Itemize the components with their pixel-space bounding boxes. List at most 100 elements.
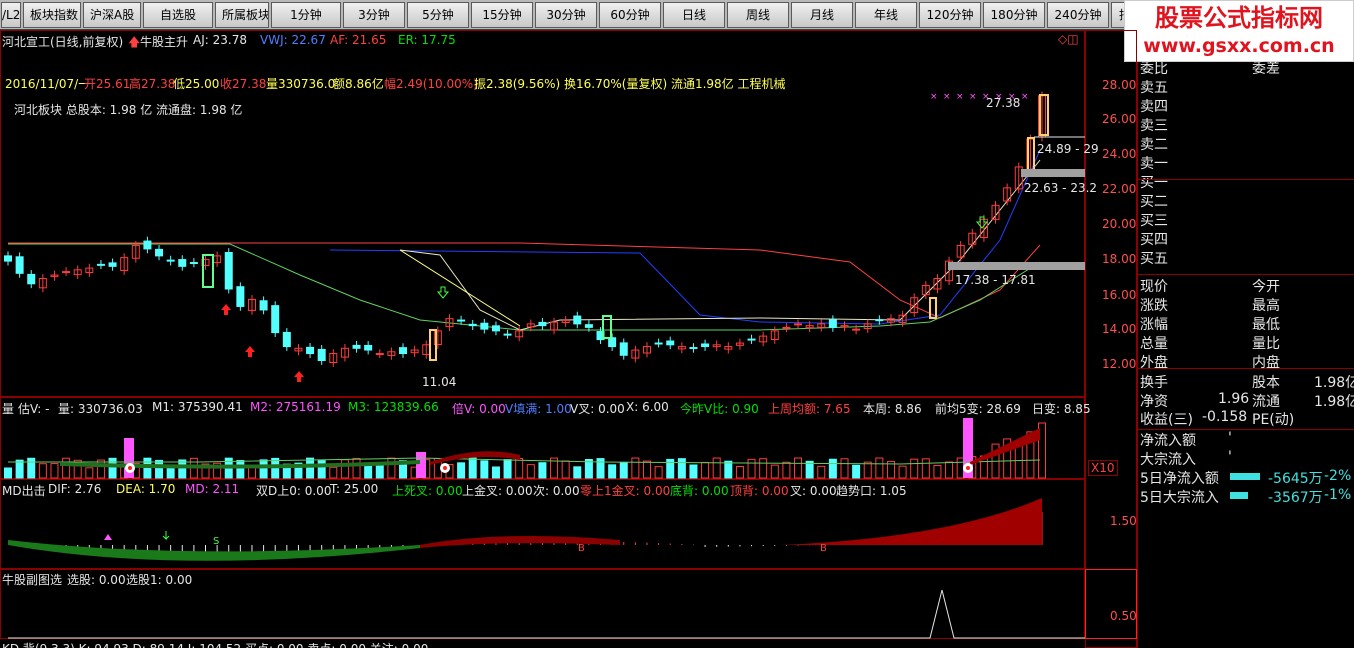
macd-ci: 次: 0.00 xyxy=(533,484,580,498)
volume-bar xyxy=(4,467,12,479)
y-tick-label: 24.00 xyxy=(1102,147,1137,161)
volume-bar xyxy=(491,466,500,479)
support-box xyxy=(1021,169,1085,177)
quote-row-label: 涨幅 xyxy=(1140,317,1168,333)
macd-trend: 趋势口: 1.05 xyxy=(836,484,907,498)
ma-white-line xyxy=(399,159,1041,331)
volume-bar xyxy=(735,465,744,479)
quote-netflow-tick: ' xyxy=(1228,430,1232,446)
quote-row-label-right: 今开 xyxy=(1252,279,1280,295)
quote-row-label-right: 最高 xyxy=(1252,298,1280,314)
candle-body-down xyxy=(27,273,36,285)
sub3-s1: 选股: 0.00 xyxy=(67,573,126,587)
label-box1: 24.89 - 29 xyxy=(1037,142,1099,156)
macd-area-red xyxy=(420,536,620,548)
volume-bar xyxy=(701,461,710,479)
volume-bar xyxy=(480,460,489,479)
volume-bar xyxy=(340,459,349,479)
volume-bar xyxy=(468,457,477,479)
volume-bar xyxy=(259,459,268,479)
quote-netflow5-label: 5日净流入额 xyxy=(1140,471,1219,487)
vol-fill: V填满: 1.00 xyxy=(505,402,572,416)
macd-cross: 叉: 0.00 xyxy=(790,484,837,498)
volume-bar xyxy=(921,458,930,479)
quote-float-value: 1.98亿 xyxy=(1314,394,1354,410)
volume-bar xyxy=(875,457,884,479)
quote-netflow5-value: -5645万 xyxy=(1268,471,1323,487)
info-low: 低25.00 xyxy=(173,77,220,91)
macd-b-label: B xyxy=(820,543,827,554)
candle-body-up xyxy=(375,353,384,356)
window-control-icon[interactable]: ◇◫ xyxy=(1058,32,1079,46)
candle-body-down xyxy=(15,256,24,274)
macd-ytick: 1.50 xyxy=(1110,514,1137,528)
volume-bar xyxy=(782,461,791,479)
candle-body-down xyxy=(654,342,663,345)
special-candle xyxy=(429,329,437,361)
candle-body-down xyxy=(584,324,593,328)
support-box xyxy=(948,262,1085,270)
label-box2: 22.63 - 23.2 xyxy=(1024,181,1098,195)
quote-capital-value: 1.98亿 xyxy=(1314,375,1354,391)
quote-netflow-label: 净流入额 xyxy=(1140,433,1196,449)
macd-marker-icon xyxy=(104,534,112,540)
macd-name: MD出击 xyxy=(2,484,46,498)
candle-body-down xyxy=(573,315,582,325)
info-date: 2016/11/07/一 xyxy=(5,77,91,91)
quote-row-label: 委比 xyxy=(1140,61,1168,77)
quote-netflow5-pct: -2% xyxy=(1324,468,1352,484)
vol-volume: 量: 330736.03 xyxy=(58,402,143,416)
volume-bar xyxy=(15,459,24,479)
candle-body-down xyxy=(608,337,617,348)
quote-row-label: 现价 xyxy=(1140,279,1168,295)
macd-double: 双D上0: 0.00 xyxy=(256,484,332,498)
quote-row-label: 卖一 xyxy=(1140,156,1168,172)
candle-body-up xyxy=(852,328,861,331)
candle-body-down xyxy=(503,333,512,336)
y-tick-label: 20.00 xyxy=(1102,217,1137,231)
quote-row-label: 卖五 xyxy=(1140,80,1168,96)
label-box3: 17.38 - 17.81 xyxy=(955,273,1036,287)
candle-body-down xyxy=(143,240,152,250)
label-low-price: 11.04 xyxy=(422,375,457,389)
vol-daychg: 日变: 8.85 xyxy=(1032,402,1091,416)
candle-body-down xyxy=(828,319,837,328)
vol-bei: 倍V: 0.00 xyxy=(452,402,506,416)
sub3-s2: 选股1: 0.00 xyxy=(126,573,193,587)
quote-netasset-label: 净资 xyxy=(1140,394,1168,410)
bigflow5-bar xyxy=(1230,492,1248,499)
sub3-name: 牛股副图选 xyxy=(2,573,63,587)
info-high: 高27.38 xyxy=(129,77,176,91)
volume-bar xyxy=(677,458,686,479)
quote-row-label: 买五 xyxy=(1140,251,1168,267)
marker-x: × xyxy=(969,92,977,102)
vol-today-ratio: 今昨V比: 0.90 xyxy=(680,402,759,416)
candle-body-down xyxy=(224,252,233,290)
volume-bar xyxy=(108,457,117,479)
volume-bar xyxy=(306,457,315,479)
candle-body-down xyxy=(189,262,198,265)
volume-bar xyxy=(608,464,617,479)
marker-x: × xyxy=(956,92,964,102)
macd-area-red xyxy=(780,498,1042,545)
volume-marker-dot xyxy=(443,466,447,470)
vol-est: 估V: - xyxy=(18,402,50,416)
volume-bar xyxy=(457,462,466,479)
volume-bar xyxy=(852,464,861,479)
quote-eps-label: 收益(三) xyxy=(1140,412,1193,428)
volume-marker-dot xyxy=(128,466,132,470)
macd-dead: 上死叉: 0.00 xyxy=(392,484,463,498)
volume-bar xyxy=(38,463,47,479)
volume-bar xyxy=(178,459,187,479)
macd-s-label: S xyxy=(213,536,219,547)
vwj-value: VWJ: 22.67 xyxy=(260,33,326,47)
volume-bar xyxy=(759,458,768,479)
volume-bar xyxy=(503,459,512,479)
candle-body-down xyxy=(666,340,675,346)
candle-body-up xyxy=(62,271,71,274)
volume-marker-dot xyxy=(966,466,970,470)
volume-bar xyxy=(85,467,94,479)
candle-body-down xyxy=(178,259,187,267)
candle-body-down xyxy=(4,255,12,262)
y-tick-label: 22.00 xyxy=(1102,182,1137,196)
